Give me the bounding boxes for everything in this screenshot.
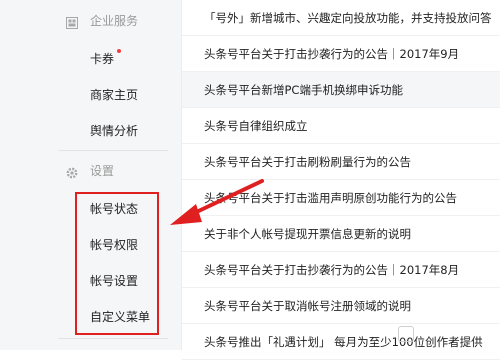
notice-title: 头条号自律组织成立 — [204, 119, 308, 133]
notice-row[interactable]: 头条号平台关于打击抄袭行为的公告｜2017年9月 — [182, 36, 500, 72]
notice-title: 头条号平台关于打击刷粉刷量行为的公告 — [204, 155, 411, 169]
enterprise-service-icon — [66, 14, 78, 29]
sidebar-section-enterprise: 企业服务 — [0, 2, 181, 38]
notice-row[interactable]: 头条号自律组织成立 — [182, 108, 500, 144]
sidebar-item-label: 舆情分析 — [90, 124, 139, 138]
sidebar-item-sentiment-analysis[interactable]: 舆情分析 — [0, 112, 181, 148]
notice-row[interactable]: 头条号平台新增PC端手机换绑申诉功能 — [182, 72, 500, 108]
notice-row[interactable]: 头条号推出「礼遇计划」 每月为至少100位创作者提供 — [182, 324, 500, 360]
notice-row[interactable]: 「号外」新增城市、兴趣定向投放功能，并支持投放问答 — [182, 0, 500, 36]
notice-row[interactable]: 关于非个人帐号提现开票信息更新的说明 — [182, 216, 500, 252]
watermark-logo — [398, 326, 414, 342]
notice-title: 关于非个人帐号提现开票信息更新的说明 — [204, 227, 411, 241]
notice-title: 头条号平台关于打击抄袭行为的公告｜2017年8月 — [204, 263, 460, 277]
notice-row[interactable]: 头条号平台关于打击刷粉刷量行为的公告 — [182, 144, 500, 180]
notice-title: 「号外」新增城市、兴趣定向投放功能，并支持投放问答 — [204, 11, 492, 25]
notice-row[interactable]: 头条号平台关于打击抄袭行为的公告｜2017年8月 — [182, 252, 500, 288]
notice-row[interactable]: 头条号平台关于取消帐号注册领域的说明 — [182, 288, 500, 324]
sidebar-section-label: 企业服务 — [90, 14, 139, 28]
sidebar-item-label: 商家主页 — [90, 88, 139, 102]
annotation-highlight-box — [75, 192, 159, 335]
sidebar-item-merchant-page[interactable]: 商家主页 — [0, 76, 181, 112]
sidebar-section-settings: 设置 — [0, 152, 181, 188]
notice-title: 头条号推出「礼遇计划」 每月为至少100位创作者提供 — [204, 335, 483, 349]
sidebar-divider — [58, 150, 168, 151]
notice-row[interactable]: 头条号平台关于打击滥用声明原创功能行为的公告 — [182, 180, 500, 216]
notice-title: 头条号平台关于打击抄袭行为的公告｜2017年9月 — [204, 47, 460, 61]
notice-title: 头条号平台新增PC端手机换绑申诉功能 — [204, 83, 403, 97]
sidebar-section-label: 设置 — [90, 164, 115, 178]
sidebar-divider — [58, 338, 168, 339]
sidebar-item-label: 卡券 — [90, 52, 115, 66]
notice-title: 头条号平台关于打击滥用声明原创功能行为的公告 — [204, 191, 457, 205]
notification-badge-dot — [117, 49, 121, 53]
notice-list: 「号外」新增城市、兴趣定向投放功能，并支持投放问答 头条号平台关于打击抄袭行为的… — [182, 0, 500, 360]
gear-icon — [66, 164, 78, 179]
sidebar-item-coupons[interactable]: 卡券 — [0, 40, 181, 76]
notice-title: 头条号平台关于取消帐号注册领域的说明 — [204, 299, 411, 313]
